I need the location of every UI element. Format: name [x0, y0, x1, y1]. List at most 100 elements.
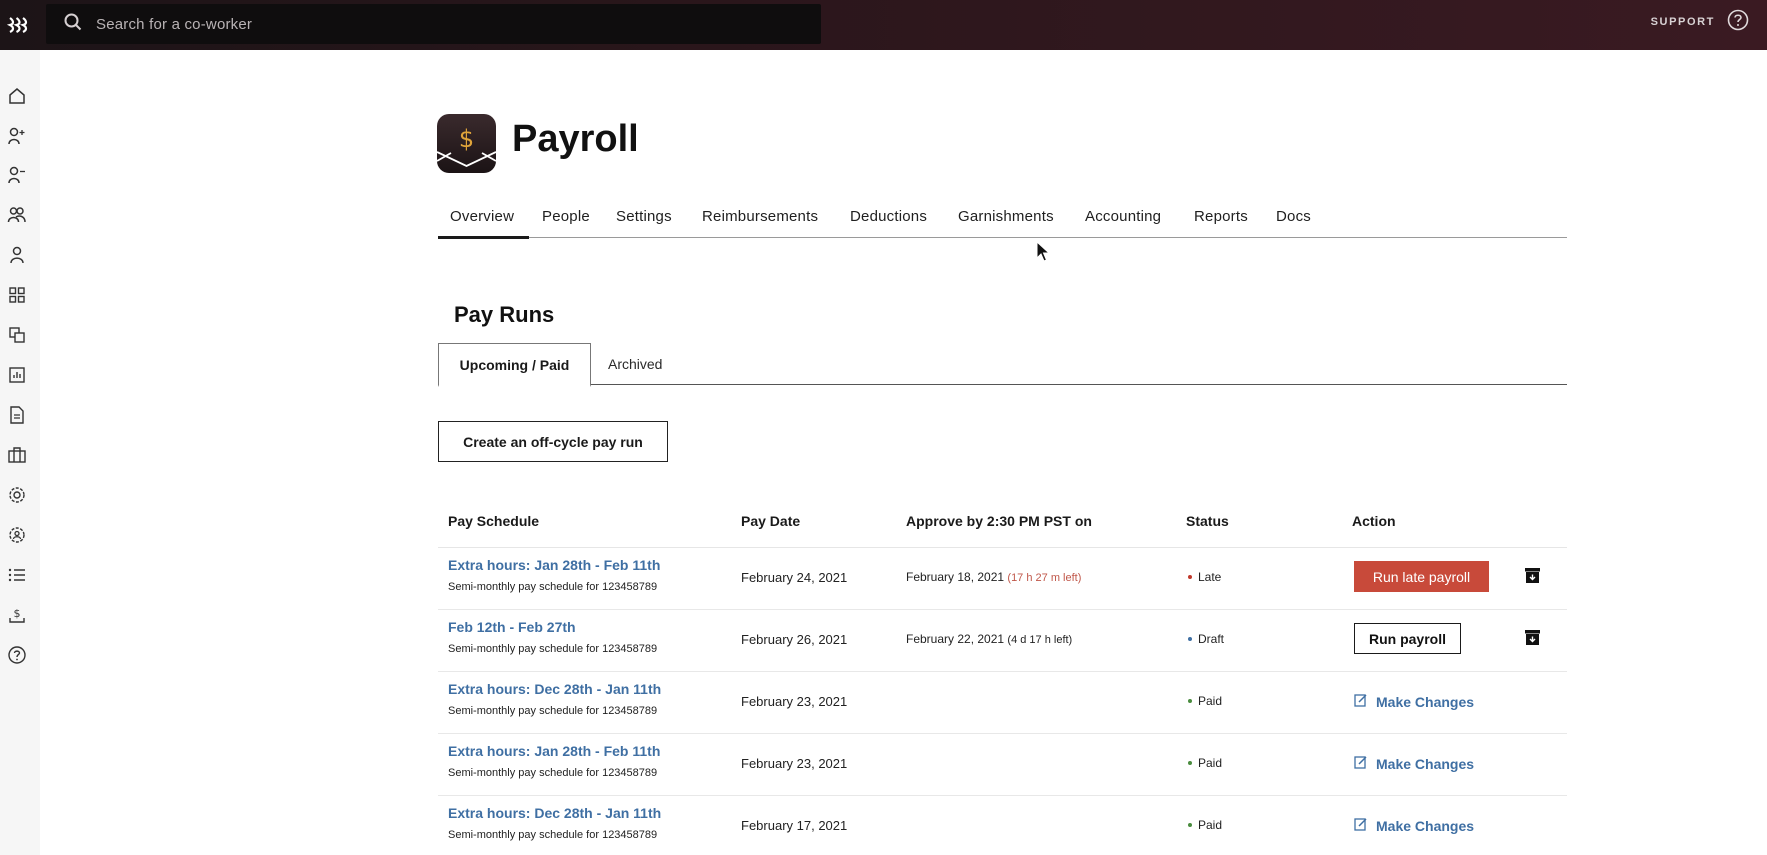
table-row: Extra hours: Jan 28th - Feb 11th Semi-mo…	[438, 734, 1567, 796]
status-badge: Late	[1188, 570, 1221, 584]
tab-deductions[interactable]: Deductions	[850, 208, 927, 225]
time-remaining: (4 d 17 h left)	[1007, 634, 1073, 646]
pay-date: February 17, 2021	[741, 818, 848, 833]
pay-date: February 26, 2021	[741, 632, 848, 647]
tab-settings[interactable]: Settings	[616, 208, 672, 225]
pay-runs-heading: Pay Runs	[454, 302, 555, 327]
make-changes-label: Make Changes	[1376, 755, 1475, 772]
rippling-logo-icon[interactable]	[0, 0, 36, 50]
search-placeholder: Search for a co-worker	[96, 15, 253, 33]
time-remaining: (17 h 27 m left)	[1007, 572, 1082, 584]
status-badge: Draft	[1188, 632, 1224, 646]
pay-schedule-subtitle: Semi-monthly pay schedule for 123458789	[448, 705, 658, 717]
status-text: Late	[1198, 570, 1222, 584]
admin-settings-icon[interactable]	[6, 524, 28, 546]
status-badge: Paid	[1188, 756, 1222, 770]
active-tab-indicator	[438, 236, 529, 239]
table-row: Extra hours: Dec 28th - Jan 11th Semi-mo…	[438, 672, 1567, 734]
settings-icon[interactable]	[6, 484, 28, 506]
pay-date: February 24, 2021	[741, 570, 848, 585]
search-icon	[64, 13, 82, 36]
tab-garnishments[interactable]: Garnishments	[958, 208, 1054, 225]
col-approve-by: Approve by 2:30 PM PST on	[906, 513, 1092, 529]
status-text: Paid	[1198, 694, 1223, 708]
layers-icon[interactable]	[6, 324, 28, 346]
make-changes-link[interactable]: Make Changes	[1354, 817, 1474, 834]
col-action: Action	[1352, 513, 1396, 529]
help-circle-icon[interactable]	[1727, 9, 1749, 36]
support-label: SUPPORT	[1650, 16, 1715, 28]
approve-by-date: February 18, 2021 (17 h 27 m left)	[906, 570, 1081, 584]
document-icon[interactable]	[6, 404, 28, 426]
tab-docs[interactable]: Docs	[1276, 208, 1311, 225]
svg-text:$: $	[14, 607, 21, 620]
pay-runs-table: Pay Schedule Pay Date Approve by 2:30 PM…	[438, 500, 1567, 855]
list-icon[interactable]	[6, 564, 28, 586]
approve-date: February 22, 2021	[906, 632, 1005, 646]
pay-schedule-link[interactable]: Extra hours: Jan 28th - Feb 11th	[448, 557, 660, 573]
archive-icon[interactable]	[1524, 629, 1541, 646]
status-badge: Paid	[1188, 694, 1222, 708]
make-changes-label: Make Changes	[1376, 817, 1475, 834]
table-row: Extra hours: Jan 28th - Feb 11th Semi-mo…	[438, 548, 1567, 610]
pay-schedule-subtitle: Semi-monthly pay schedule for 123458789	[448, 643, 658, 655]
status-dot	[1188, 575, 1192, 579]
col-pay-schedule: Pay Schedule	[448, 513, 540, 529]
tab-overview[interactable]: Overview	[450, 208, 514, 225]
status-dot	[1188, 761, 1192, 765]
tab-accounting[interactable]: Accounting	[1085, 208, 1161, 225]
pay-schedule-link[interactable]: Feb 12th - Feb 27th	[448, 619, 576, 635]
create-off-cycle-button[interactable]: Create an off-cycle pay run	[438, 421, 668, 462]
apps-grid-icon[interactable]	[6, 284, 28, 306]
make-changes-label: Make Changes	[1376, 693, 1475, 710]
edit-icon	[1354, 817, 1368, 834]
page-title: Payroll	[512, 118, 639, 160]
table-header: Pay Schedule Pay Date Approve by 2:30 PM…	[438, 500, 1567, 548]
pay-schedule-link[interactable]: Extra hours: Dec 28th - Jan 11th	[448, 805, 661, 821]
support-link[interactable]: SUPPORT	[1651, 0, 1749, 44]
run-late-payroll-button[interactable]: Run late payroll	[1354, 561, 1489, 592]
col-status: Status	[1186, 513, 1229, 529]
archive-icon[interactable]	[1524, 567, 1541, 584]
edit-icon	[1354, 693, 1368, 710]
payroll-nav-tabs: Overview People Settings Reimbursements …	[438, 200, 1567, 239]
top-bar: Search for a co-worker SUPPORT	[0, 0, 1767, 50]
make-changes-link[interactable]: Make Changes	[1354, 755, 1474, 772]
status-text: Paid	[1198, 756, 1223, 770]
pay-schedule-link[interactable]: Extra hours: Dec 28th - Jan 11th	[448, 681, 661, 697]
people-icon[interactable]	[6, 204, 28, 226]
table-row: Feb 12th - Feb 27th Semi-monthly pay sch…	[438, 610, 1567, 672]
make-changes-link[interactable]: Make Changes	[1354, 693, 1474, 710]
pay-schedule-subtitle: Semi-monthly pay schedule for 123458789	[448, 829, 658, 841]
mouse-cursor-icon	[1036, 240, 1051, 263]
approve-by-date: February 22, 2021 (4 d 17 h left)	[906, 632, 1072, 646]
pay-date: February 23, 2021	[741, 756, 848, 771]
table-row: Extra hours: Dec 28th - Jan 11th Semi-mo…	[438, 796, 1567, 855]
status-text: Paid	[1198, 818, 1223, 832]
home-icon[interactable]	[6, 85, 28, 107]
pay-schedule-link[interactable]: Extra hours: Jan 28th - Feb 11th	[448, 743, 660, 759]
pay-date: February 23, 2021	[741, 694, 848, 709]
remove-person-icon[interactable]	[6, 164, 28, 186]
edit-icon	[1354, 755, 1368, 772]
payroll-icon[interactable]: $	[6, 604, 28, 626]
status-dot	[1188, 637, 1192, 641]
help-icon[interactable]	[6, 644, 28, 666]
tab-reports[interactable]: Reports	[1194, 208, 1248, 225]
tab-people[interactable]: People	[542, 208, 590, 225]
person-icon[interactable]	[6, 244, 28, 266]
status-text: Draft	[1198, 632, 1225, 646]
tab-reimbursements[interactable]: Reimbursements	[702, 208, 818, 225]
left-sidebar: $	[0, 50, 40, 855]
search-input[interactable]: Search for a co-worker	[46, 4, 821, 44]
tab-upcoming-paid[interactable]: Upcoming / Paid	[438, 343, 591, 387]
chart-icon[interactable]	[6, 364, 28, 386]
add-person-icon[interactable]	[6, 125, 28, 147]
tab-archived[interactable]: Archived	[608, 356, 662, 372]
briefcase-icon[interactable]	[6, 444, 28, 466]
status-dot	[1188, 699, 1192, 703]
run-payroll-button[interactable]: Run payroll	[1354, 623, 1461, 654]
status-dot	[1188, 823, 1192, 827]
payroll-app-icon: $	[437, 114, 496, 173]
approve-date: February 18, 2021	[906, 570, 1005, 584]
